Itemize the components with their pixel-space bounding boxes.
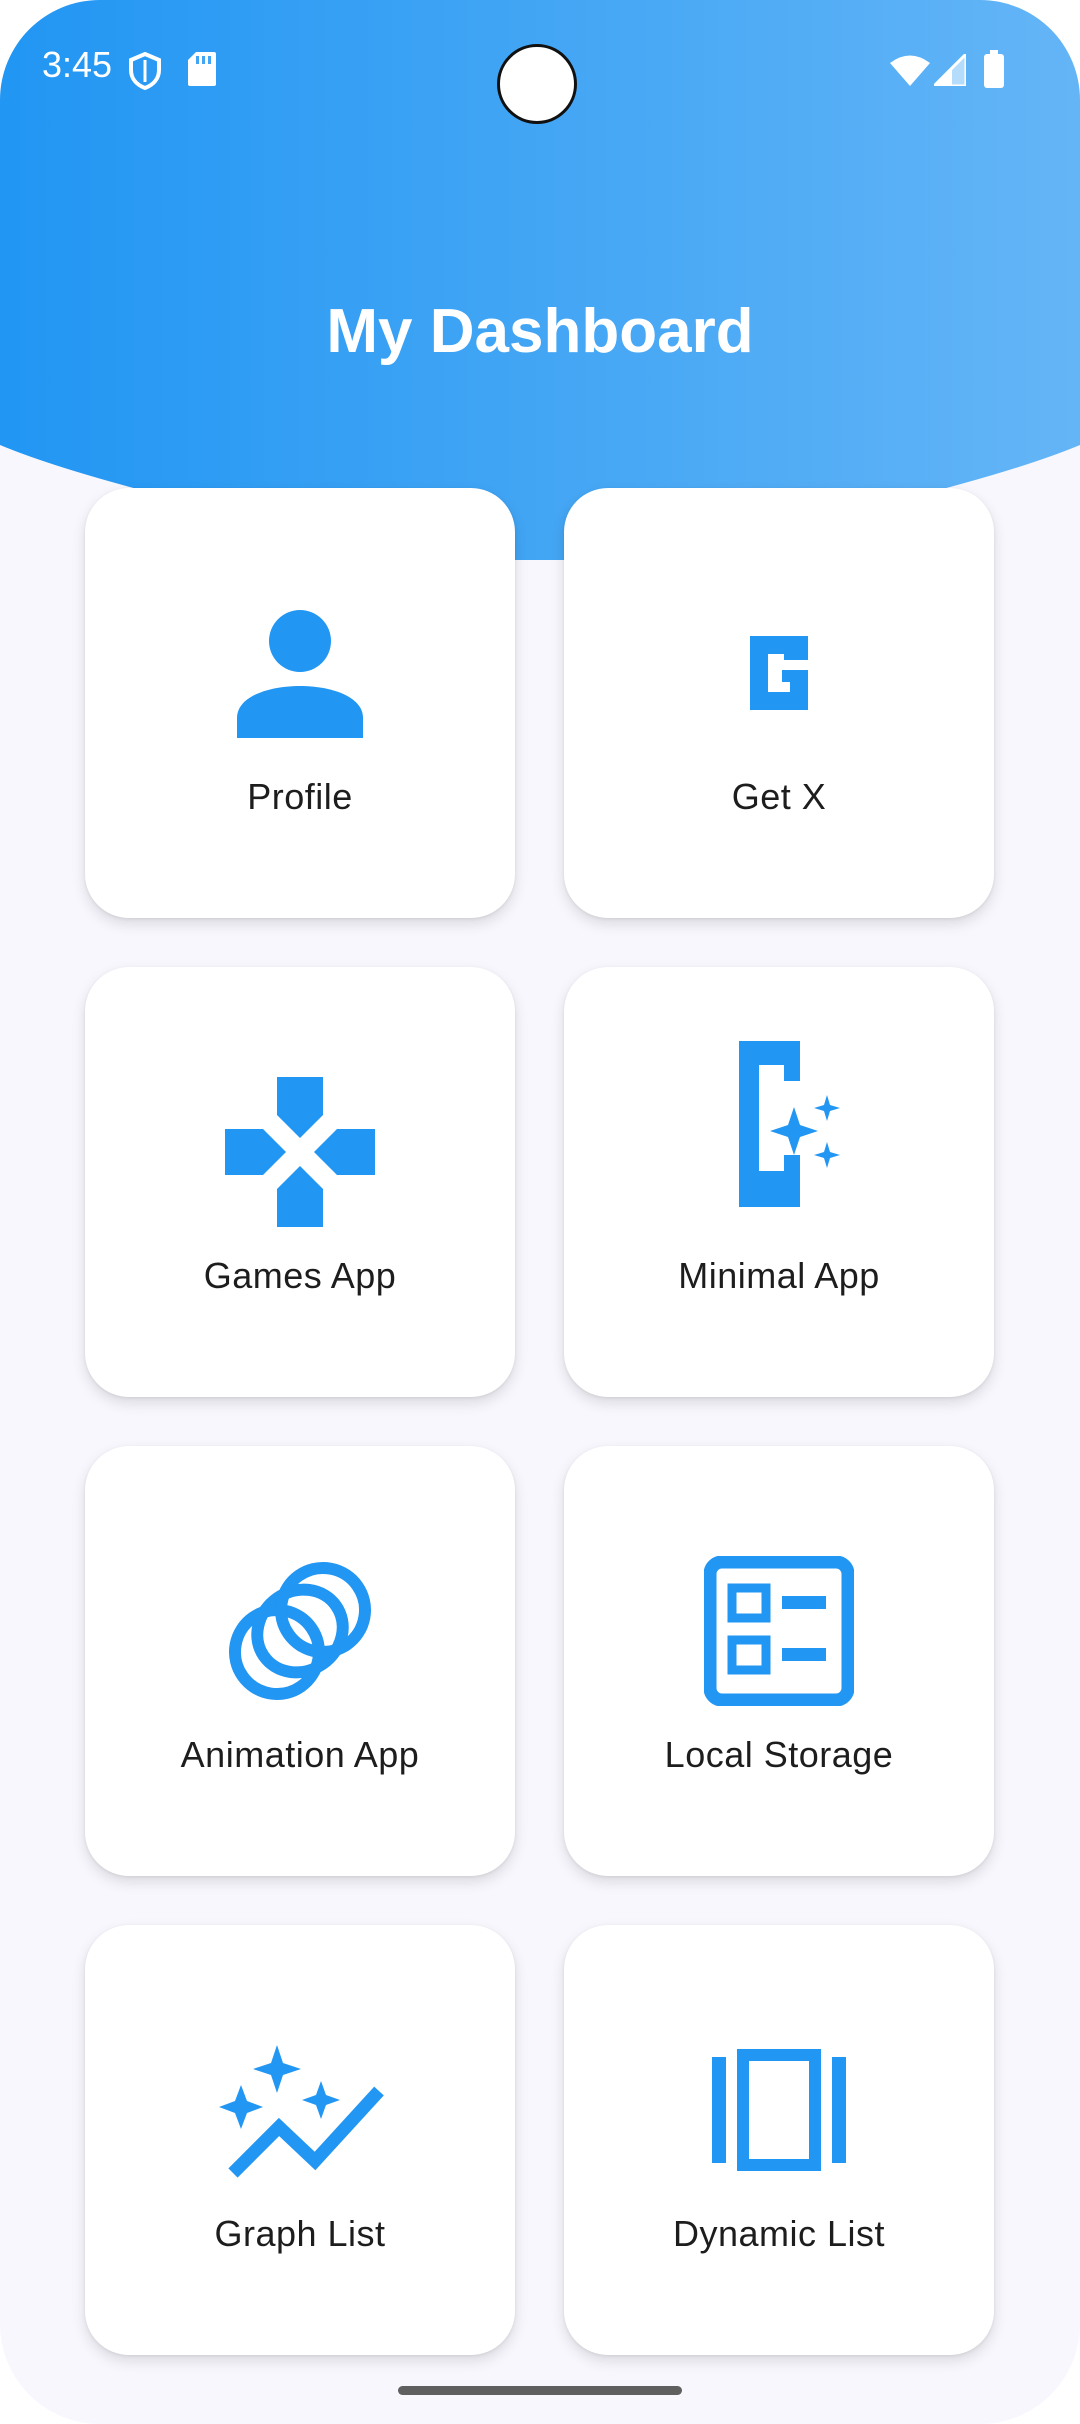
minimal-app-card[interactable]: Minimal App [564, 967, 994, 1397]
card-label: Local Storage [664, 1734, 894, 1775]
status-time: 3:45 [42, 44, 113, 85]
home-indicator[interactable] [398, 2386, 682, 2395]
card-label: Animation App [180, 1734, 420, 1775]
camera-cutout [497, 44, 577, 124]
card-label: Dynamic List [672, 2213, 886, 2254]
status-bar: 3:45 [0, 0, 1080, 140]
games-app-card[interactable]: Games App [85, 967, 515, 1397]
card-label: Games App [203, 1255, 397, 1296]
storage-list-icon [703, 1555, 855, 1707]
profile-card[interactable]: Profile [85, 488, 515, 918]
card-label: Profile [247, 776, 353, 817]
getx-card[interactable]: Get X [564, 488, 994, 918]
signal-icon [930, 50, 968, 91]
screen: 3:45 My Dashboard Profile Get X Games Ap… [0, 0, 1080, 2424]
wifi-icon [890, 54, 930, 91]
graph-list-card[interactable]: Graph List [85, 1925, 515, 2355]
shield-icon [128, 51, 162, 95]
sd-card-icon [188, 52, 216, 91]
getx-logo-icon [704, 598, 854, 748]
person-icon [225, 598, 375, 748]
device-sparkle-icon [704, 1041, 854, 1227]
animation-app-card[interactable]: Animation App [85, 1446, 515, 1876]
card-label: Get X [731, 776, 827, 817]
dynamic-list-card[interactable]: Dynamic List [564, 1925, 994, 2355]
card-label: Minimal App [678, 1255, 880, 1296]
local-storage-card[interactable]: Local Storage [564, 1446, 994, 1876]
battery-icon [984, 50, 1004, 93]
sparkle-chart-icon [219, 2035, 384, 2185]
page-title: My Dashboard [326, 297, 754, 366]
card-label: Graph List [214, 2213, 386, 2254]
rings-icon [225, 1556, 375, 1706]
view-array-icon [704, 2035, 854, 2185]
gamepad-icon [225, 1077, 375, 1227]
